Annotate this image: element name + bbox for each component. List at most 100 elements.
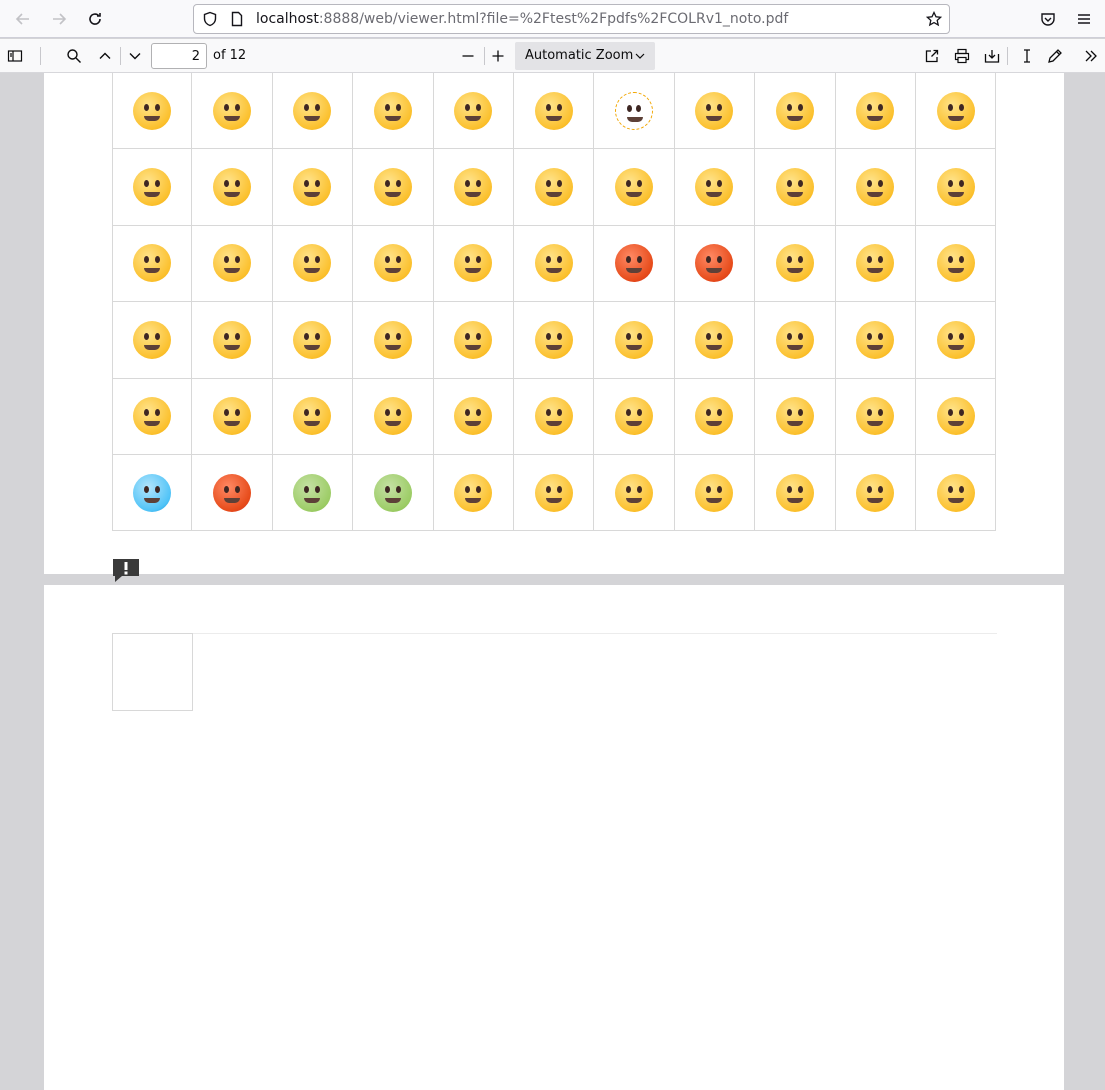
emoji-eye [545, 256, 551, 264]
emoji-cell [594, 149, 675, 226]
open-file-button[interactable] [920, 44, 944, 68]
emoji-eye [786, 256, 792, 264]
download-button[interactable] [980, 44, 1004, 68]
emoji-cell [353, 454, 434, 532]
emoji-cell [272, 225, 354, 303]
emoji-eye [867, 103, 873, 111]
emoji-mouth [304, 344, 321, 350]
url-bar[interactable]: localhost:8888/web/viewer.html?file=%2Ft… [193, 4, 950, 34]
emoji-eye [786, 103, 792, 111]
woozy-face-icon [293, 91, 332, 130]
text-tool-button[interactable] [1015, 44, 1039, 68]
page-count-label: of 12 [213, 48, 247, 63]
emoji-eye [384, 103, 390, 111]
emoji-mouth [465, 115, 482, 121]
emoji-mouth [384, 115, 401, 121]
forward-button[interactable] [45, 5, 73, 33]
emoji-eye [797, 180, 803, 188]
previous-page-button[interactable] [93, 44, 117, 68]
emoji-eye [465, 103, 471, 111]
shield-icon[interactable] [202, 11, 218, 27]
emoji-eye [786, 332, 792, 340]
expressionless-face-icon [695, 91, 734, 130]
emoji-eye [465, 332, 471, 340]
emoji-mouth [786, 268, 803, 274]
bookmark-star-icon[interactable] [926, 11, 942, 27]
zoom-in-button[interactable] [486, 44, 510, 68]
emoji-mouth [947, 268, 964, 274]
halo-face-icon [856, 473, 895, 512]
emoji-eye [717, 180, 723, 188]
emoji-cell [594, 454, 675, 532]
face-in-clouds-icon [936, 91, 975, 130]
back-button[interactable] [9, 5, 37, 33]
emoji-cell [835, 225, 916, 303]
back-arrow-icon [15, 13, 29, 25]
pocket-icon [1041, 13, 1055, 26]
emoji-eye [476, 180, 482, 188]
next-page-button[interactable] [123, 44, 147, 68]
emoji-eye [395, 256, 401, 264]
shushing-face-icon [373, 168, 412, 207]
emoji-eye [315, 409, 321, 417]
page-number-input[interactable] [151, 43, 207, 69]
emoji-mouth [706, 115, 723, 121]
emoji-mouth [786, 344, 803, 350]
dotted-line-face-icon [615, 91, 654, 130]
emoji-eye [797, 103, 803, 111]
sidebar-toggle-button[interactable] [3, 44, 27, 68]
emoji-eye [304, 103, 310, 111]
emoji-eye [556, 409, 562, 417]
smiling-hand-over-mouth-icon [534, 168, 573, 207]
emoji-eye [867, 332, 873, 340]
emoji-mouth [706, 268, 723, 274]
emoji-mouth [545, 344, 562, 350]
grimacing-face-icon [534, 91, 573, 130]
hushed-face-icon [775, 320, 814, 359]
pocket-button[interactable] [1034, 5, 1062, 33]
anguished-face-icon [936, 320, 975, 359]
emoji-eye [144, 485, 150, 493]
crying-face-icon [213, 320, 252, 359]
annotation-comment-icon[interactable] [112, 557, 140, 583]
emoji-mouth [545, 497, 562, 503]
menu-button[interactable] [1070, 5, 1098, 33]
reload-button[interactable] [81, 5, 109, 33]
url-path: :8888/web/viewer.html?file=%2Ftest%2Fpdf… [318, 11, 789, 27]
zoom-out-button[interactable] [456, 44, 480, 68]
open-mouth-face-icon [213, 397, 252, 436]
emoji-cell [594, 225, 675, 303]
emoji-mouth [384, 344, 401, 350]
print-button[interactable] [950, 44, 974, 68]
forward-arrow-icon [53, 13, 67, 25]
emoji-eye [476, 103, 482, 111]
monocle-face-icon [133, 244, 172, 283]
persevering-face-icon [534, 397, 573, 436]
emoji-eye [706, 256, 712, 264]
exploding-head-icon [373, 397, 412, 436]
tools-menu-button[interactable] [1079, 44, 1103, 68]
neutral-face-icon [775, 91, 814, 130]
zoom-select-label: Automatic Zoom [525, 48, 634, 63]
emoji-eye [224, 103, 230, 111]
emoji-eye [626, 256, 632, 264]
fearful-face-icon [695, 320, 734, 359]
find-button[interactable] [62, 44, 86, 68]
emoji-mouth [947, 497, 964, 503]
draw-tool-button[interactable] [1043, 44, 1067, 68]
emoji-cell [513, 149, 595, 226]
yawning-face-icon [615, 168, 654, 207]
zoom-select[interactable]: Automatic Zoom [515, 42, 655, 70]
emoji-eye [556, 103, 562, 111]
emoji-eye [304, 485, 310, 493]
emoji-eye [556, 485, 562, 493]
emoji-cell [433, 225, 514, 303]
pouting-face-icon [615, 244, 654, 283]
emoji-eye [545, 180, 551, 188]
emoji-mouth [545, 421, 562, 427]
emoji-eye [315, 332, 321, 340]
emoji-mouth [867, 268, 884, 274]
pdf-page-2 [44, 73, 1064, 574]
emoji-eye [235, 409, 241, 417]
pdf-viewer-container[interactable] [0, 73, 1105, 1090]
